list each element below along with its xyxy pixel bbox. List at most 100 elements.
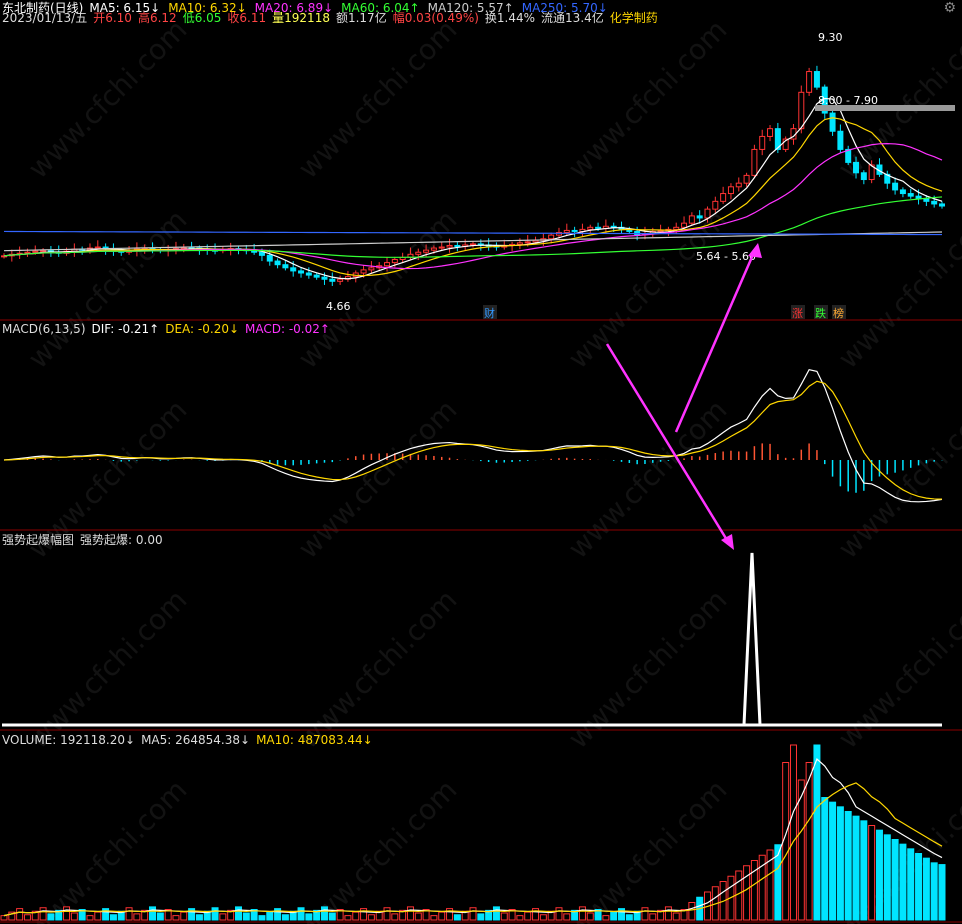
volume-bar (860, 820, 868, 921)
volume-bar (938, 864, 946, 921)
volume-bar (430, 915, 438, 921)
candle-body (767, 128, 774, 137)
volume-bar (641, 907, 649, 921)
candle-body (735, 182, 742, 188)
volume-bar (915, 853, 923, 921)
candle-body (806, 71, 813, 93)
volume-bar (235, 906, 242, 921)
volume-bar (125, 907, 133, 921)
volume-bar (516, 915, 524, 921)
info-item: 幅0.03(0.49%) (392, 11, 479, 25)
event-marker: 榜 (833, 306, 844, 320)
candle-body (931, 200, 938, 205)
watermark: www.cfchi.com (292, 13, 464, 185)
volume-bar (86, 915, 94, 921)
candle-body (720, 193, 727, 202)
info-item: 量192118 (272, 11, 330, 25)
candle-body (563, 229, 570, 234)
info-item: 2023/01/13/五 (2, 11, 88, 25)
watermark: www.cfchi.com (832, 583, 962, 755)
signal-spike (742, 552, 762, 726)
volume-bar (672, 912, 680, 921)
candle-body (571, 229, 578, 232)
candle-body (258, 251, 265, 256)
watermark: www.cfchi.com (832, 393, 962, 565)
watermark: www.cfchi.com (22, 203, 194, 375)
candle-body (759, 135, 766, 150)
watermark: www.cfchi.com (562, 583, 734, 755)
info-item: 化学制药 (609, 11, 658, 25)
price-low-label: 4.66 (326, 300, 351, 313)
candle-body (40, 250, 47, 253)
candle-body (516, 242, 523, 245)
volume-bar (868, 825, 876, 921)
candle-body (899, 189, 906, 195)
volume-bar (602, 915, 610, 921)
vol-item: MA5: 264854.38↓ (141, 733, 251, 747)
volume-bar (266, 911, 274, 921)
candle-body (923, 198, 930, 202)
candle-body (337, 278, 344, 282)
info-item: 额1.17亿 (335, 11, 387, 25)
watermark: www.cfchi.com (562, 13, 734, 185)
macd-legend: MACD(6,13,5) DIF: -0.21↑ DEA: -0.20↓ MACD: … (2, 322, 330, 336)
candle-body (266, 254, 273, 262)
volume-bar (406, 906, 414, 921)
candle-body (727, 186, 734, 195)
volume-bar (477, 913, 485, 921)
volume-bar (492, 906, 500, 921)
volume-bar (219, 913, 227, 921)
candle-body (837, 130, 844, 150)
volume-bar (109, 914, 117, 921)
info-item: 流通13.4亿 (541, 11, 604, 25)
volume-bar (539, 914, 547, 921)
volume-legend: VOLUME: 192118.20↓ MA5: 264854.38↓ MA10: 4… (2, 733, 373, 747)
volume-bar (39, 907, 47, 921)
volume-bar (414, 912, 422, 921)
candle-body (298, 270, 305, 274)
watermark: www.cfchi.com (22, 773, 194, 924)
info-item: 收6.11 (227, 11, 267, 25)
volume-bar (367, 914, 375, 921)
candle-body (446, 244, 453, 248)
signal-item: 强势起爆幅图 (2, 533, 75, 547)
candle-body (423, 249, 430, 253)
arrow-down-head (721, 534, 734, 550)
volume-bar (453, 914, 461, 921)
info-item: 高6.12 (137, 11, 177, 25)
watermark: www.cfchi.com (292, 583, 464, 755)
candle-body (595, 226, 602, 229)
volume-bar (149, 906, 157, 921)
candle-body (282, 264, 289, 269)
candle-body (321, 276, 328, 280)
candle-body (360, 269, 367, 274)
volume-bar (813, 744, 821, 921)
volume-bar (328, 912, 336, 921)
volume-bar (172, 915, 180, 921)
candle-body (939, 203, 945, 207)
info-item: 开6.10 (93, 11, 132, 25)
info-item: 换1.44% (484, 11, 536, 25)
candle-body (384, 262, 391, 267)
candle-body (798, 91, 805, 130)
volume-bar (735, 870, 743, 921)
volume-bar (383, 907, 391, 921)
watermark: www.cfchi.com (562, 393, 734, 565)
candle-body (415, 251, 422, 255)
candle-body (712, 200, 719, 210)
gear-icon[interactable]: ⚙ (943, 0, 956, 16)
candle-body (548, 234, 555, 240)
candle-body (430, 247, 437, 251)
candle-body (829, 112, 836, 132)
macd-item: MACD: -0.02↑ (245, 322, 330, 336)
event-marker: 财 (484, 306, 495, 320)
candle-body (305, 272, 312, 276)
volume-bar (555, 907, 563, 921)
volume-bar (305, 913, 313, 921)
volume-bar (875, 829, 883, 921)
volume-bar (610, 911, 618, 921)
candle-body (751, 148, 758, 176)
candle-body (907, 193, 914, 197)
candle-body (368, 267, 375, 271)
event-marker: 跌 (815, 306, 826, 320)
